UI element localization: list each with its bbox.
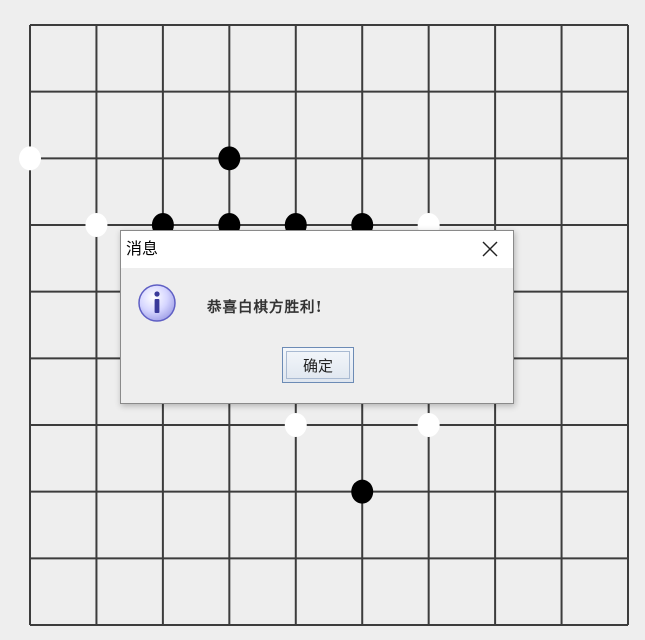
message-dialog: 消息 恭喜白棋方胜利! 确定: [120, 230, 514, 404]
ok-button-label: 确定: [286, 351, 350, 379]
white-stone: [284, 413, 307, 437]
dialog-titlebar[interactable]: 消息: [121, 231, 513, 268]
game-window: 消息 恭喜白棋方胜利! 确定: [0, 0, 645, 640]
close-icon: [482, 241, 498, 257]
black-stone: [218, 146, 241, 171]
white-stone: [417, 413, 440, 437]
dialog-message: 恭喜白棋方胜利!: [207, 299, 323, 316]
black-stone: [351, 479, 374, 504]
dialog-title: 消息: [126, 239, 159, 258]
info-icon: [138, 284, 176, 322]
close-button[interactable]: [473, 234, 507, 264]
ok-button[interactable]: 确定: [282, 347, 354, 383]
white-stone: [19, 146, 41, 171]
white-stone: [85, 213, 108, 237]
